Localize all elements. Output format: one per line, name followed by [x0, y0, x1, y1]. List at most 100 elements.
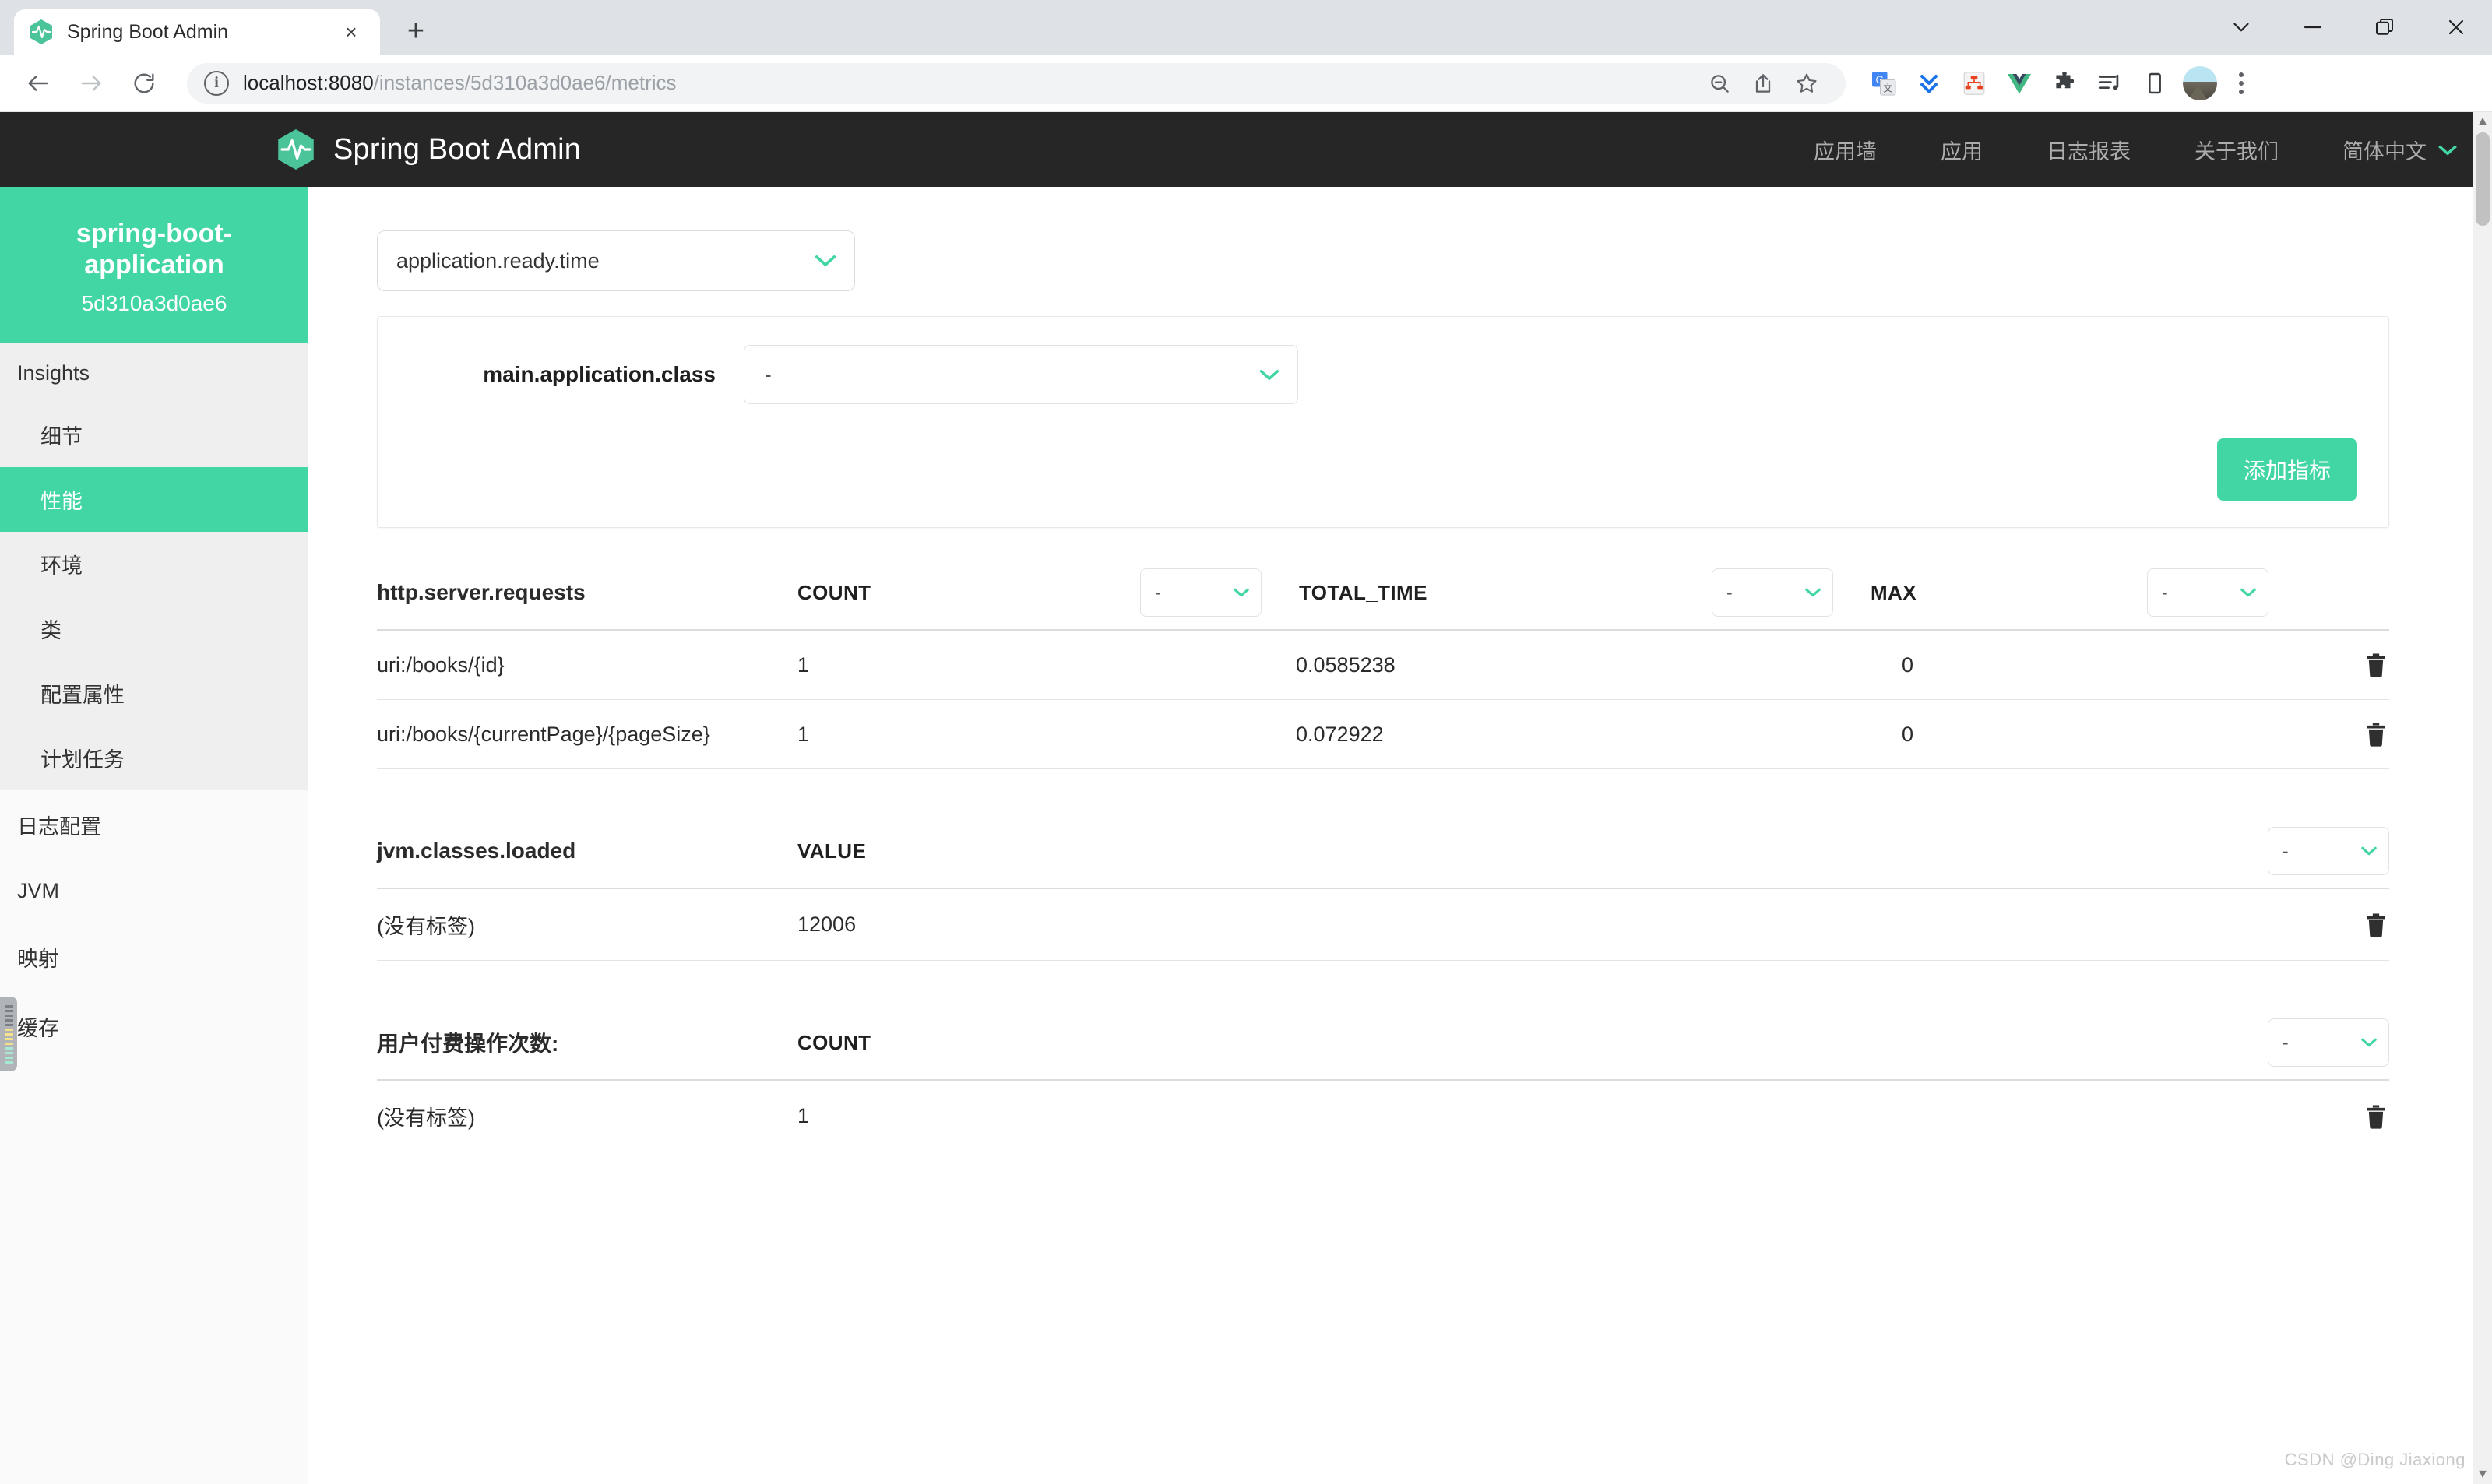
device-toolbar-icon[interactable]: [2132, 61, 2177, 106]
chevron-down-icon: [1233, 584, 1250, 601]
reload-button[interactable]: [120, 59, 168, 107]
column-header-count: COUNT: [797, 1030, 871, 1054]
row-value-count: 1: [797, 722, 810, 746]
sitemap-icon[interactable]: [1952, 61, 1997, 106]
sidebar-item-configprops[interactable]: 配置属性: [0, 661, 308, 726]
table-header-row: jvm.classes.loaded VALUE -: [377, 813, 2389, 889]
table-row: (没有标签) 1: [377, 1081, 2389, 1152]
page-scrollbar-thumb[interactable]: [2476, 132, 2490, 226]
sidebar-item-details[interactable]: 细节: [0, 403, 308, 467]
sidebar-item-logging[interactable]: 日志配置: [0, 790, 308, 860]
language-switcher[interactable]: 简体中文: [2342, 135, 2458, 165]
stat-select-count[interactable]: -: [2268, 1018, 2389, 1067]
stat-select-count[interactable]: -: [1140, 568, 1262, 617]
omnibox-actions: [1698, 62, 1829, 105]
column-header-value: VALUE: [797, 839, 867, 863]
stat-select-count-value: -: [1155, 582, 1161, 603]
sidebar-item-environment[interactable]: 环境: [0, 532, 308, 596]
metric-table-http-server-requests: http.server.requests COUNT - TOTAL_TIME …: [377, 554, 2389, 769]
delete-row-button[interactable]: [2363, 911, 2389, 939]
watermark: CSDN @Ding Jiaxiong: [2284, 1450, 2466, 1469]
app-brand[interactable]: Spring Boot Admin: [276, 127, 581, 172]
scroll-up-arrow-icon[interactable]: ▲: [2476, 115, 2489, 128]
extensions-puzzle-icon[interactable]: [2042, 61, 2087, 106]
sidebar-item-jvm[interactable]: JVM: [0, 860, 308, 923]
stat-select-max[interactable]: -: [2147, 568, 2268, 617]
sidebar-instance-id: 5d310a3d0ae6: [81, 291, 227, 316]
row-value-total-time: 0.0585238: [1296, 652, 1396, 677]
row-value-count: 1: [797, 1104, 810, 1127]
close-window-button[interactable]: [2420, 0, 2492, 55]
tab-title: Spring Boot Admin: [67, 20, 229, 43]
sidebar-item-mappings[interactable]: 映射: [0, 923, 308, 993]
sidebar-item-performance[interactable]: 性能: [0, 467, 308, 533]
tab-close-icon[interactable]: ×: [336, 17, 366, 47]
vue-devtools-icon[interactable]: [1997, 61, 2042, 106]
star-icon[interactable]: [1785, 62, 1829, 105]
add-metric-button[interactable]: 添加指标: [2216, 438, 2357, 501]
browser-tab[interactable]: Spring Boot Admin ×: [14, 9, 380, 55]
share-icon[interactable]: [1741, 62, 1785, 105]
delete-row-button[interactable]: [2363, 651, 2389, 679]
sidebar-item-caches[interactable]: 缓存: [0, 992, 308, 1062]
metric-section-name: jvm.classes.loaded: [377, 839, 576, 863]
row-value-total-time: 0.072922: [1296, 722, 1384, 746]
row-tag-name: (没有标签): [377, 1106, 475, 1130]
chrome-menu-icon[interactable]: [2223, 61, 2260, 106]
row-value-max: 0: [1902, 722, 1914, 746]
chevron-down-icon: [1804, 584, 1821, 601]
table-row: (没有标签) 12006: [377, 889, 2389, 961]
tag-value-select[interactable]: -: [744, 345, 1298, 404]
nav-item-journal[interactable]: 日志报表: [2047, 135, 2131, 165]
scroll-down-arrow-icon[interactable]: ▼: [2476, 1468, 2489, 1481]
sidebar: spring-boot-application 5d310a3d0ae6 Ins…: [0, 187, 308, 1484]
page-scrollbar[interactable]: ▲ ▼: [2473, 112, 2492, 1484]
metrics-content: application.ready.time main.application.…: [308, 187, 2492, 1484]
delete-row-button[interactable]: [2363, 1102, 2389, 1131]
site-info-icon[interactable]: i: [204, 70, 229, 96]
delete-row-button[interactable]: [2363, 720, 2389, 748]
back-button[interactable]: [14, 59, 62, 107]
zoom-out-icon[interactable]: [1698, 62, 1741, 105]
sidebar-item-scheduled-tasks[interactable]: 计划任务: [0, 726, 308, 790]
address-bar[interactable]: i localhost:8080/instances/5d310a3d0ae6/…: [187, 62, 1846, 105]
side-panel-handle[interactable]: [0, 997, 17, 1071]
tab-search-icon[interactable]: [2205, 0, 2277, 55]
metric-table-custom-counter: 用户付费操作次数: COUNT - (没有标签) 1: [377, 1004, 2389, 1152]
chevron-down-icon: [1258, 364, 1280, 385]
playlist-icon[interactable]: [2087, 61, 2132, 106]
tab-strip: Spring Boot Admin × +: [0, 0, 2492, 55]
row-tag-name: uri:/books/{currentPage}/{pageSize}: [377, 722, 710, 746]
chevron-down-icon: [2240, 584, 2257, 601]
row-value-value: 12006: [797, 913, 857, 936]
url-text: localhost:8080/instances/5d310a3d0ae6/me…: [243, 71, 677, 95]
sidebar-item-classes[interactable]: 类: [0, 596, 308, 661]
row-tag-name: uri:/books/{id}: [377, 652, 505, 677]
nav-item-applications-wall[interactable]: 应用墙: [1814, 135, 1877, 165]
google-translate-icon[interactable]: G 文: [1861, 61, 1906, 106]
column-header-max: MAX: [1871, 580, 1917, 604]
table-row: uri:/books/{id} 1 0.0585238 0: [377, 631, 2389, 700]
metric-name-select[interactable]: application.ready.time: [377, 230, 855, 291]
window-controls: [2205, 0, 2492, 55]
avatar[interactable]: [2177, 61, 2223, 106]
page-body: spring-boot-application 5d310a3d0ae6 Ins…: [0, 187, 2492, 1484]
new-tab-button[interactable]: +: [394, 9, 438, 53]
maximize-restore-button[interactable]: [2349, 0, 2420, 55]
stat-select-value[interactable]: -: [2268, 827, 2389, 875]
metric-section-name: http.server.requests: [377, 580, 586, 604]
metric-table-jvm-classes-loaded: jvm.classes.loaded VALUE - (没有标签) 12006: [377, 813, 2389, 961]
forward-button[interactable]: [67, 59, 115, 107]
url-host: localhost:8080: [243, 71, 374, 94]
app-header: Spring Boot Admin 应用墙 应用 日志报表 关于我们 简体中文: [0, 112, 2492, 187]
table-row: uri:/books/{currentPage}/{pageSize} 1 0.…: [377, 700, 2389, 769]
sidebar-group-insights: Insights 细节 性能 环境 类 配置属性 计划任务: [0, 343, 308, 791]
minimize-button[interactable]: [2277, 0, 2349, 55]
stat-select-total-time[interactable]: -: [1712, 568, 1833, 617]
page-viewport: Spring Boot Admin 应用墙 应用 日志报表 关于我们 简体中文: [0, 112, 2492, 1484]
spring-boot-admin-logo-icon: [276, 127, 316, 172]
nav-item-applications[interactable]: 应用: [1941, 135, 1983, 165]
download-chevrons-icon[interactable]: [1906, 61, 1952, 106]
nav-item-about[interactable]: 关于我们: [2195, 135, 2279, 165]
